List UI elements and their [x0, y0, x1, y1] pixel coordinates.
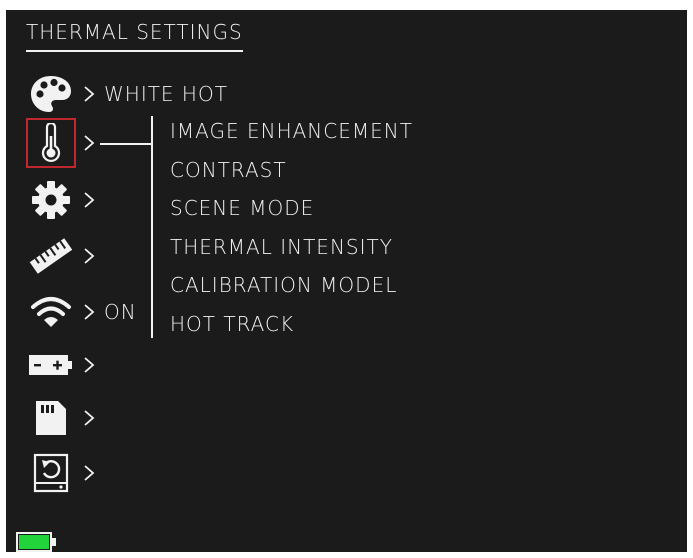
- chevron-right-icon: [84, 410, 95, 426]
- thermal-submenu: IMAGE ENHANCEMENT CONTRAST SCENE MODE TH…: [170, 116, 413, 348]
- menu-item-battery[interactable]: [26, 343, 96, 387]
- chevron-right-icon: [84, 304, 95, 320]
- chevron-right-icon: [84, 86, 95, 102]
- page-title: THERMAL SETTINGS: [26, 20, 243, 52]
- chevron-right-icon: [84, 357, 95, 373]
- submenu-item-contrast[interactable]: CONTRAST: [170, 155, 413, 194]
- submenu-item-hot-track[interactable]: HOT TRACK: [170, 309, 413, 348]
- battery-icon: [26, 340, 76, 390]
- submenu-connector: [100, 143, 152, 145]
- battery-level-fill: [19, 535, 49, 549]
- ruler-icon: [26, 231, 76, 281]
- menu-item-thermal-settings[interactable]: [26, 118, 96, 168]
- submenu-item-thermal-intensity[interactable]: THERMAL INTENSITY: [170, 232, 413, 271]
- menu-item-palette[interactable]: WHITE HOT: [26, 72, 228, 116]
- submenu-item-scene-mode[interactable]: SCENE MODE: [170, 193, 413, 232]
- chevron-right-icon: [84, 135, 95, 151]
- submenu-item-calibration-model[interactable]: CALIBRATION MODEL: [170, 270, 413, 309]
- thermal-settings-screen: THERMAL SETTINGS WHITE HOT IMAGE ENHANCE…: [0, 0, 693, 558]
- menu-item-storage[interactable]: [26, 396, 96, 440]
- wifi-status-value: ON: [104, 300, 137, 324]
- chevron-right-icon: [84, 248, 95, 264]
- menu-item-wifi[interactable]: ON: [26, 290, 137, 334]
- menu-item-factory-reset[interactable]: [26, 451, 96, 495]
- submenu-divider: [151, 116, 153, 338]
- palette-icon: [26, 69, 76, 119]
- chevron-right-icon: [84, 192, 95, 208]
- chevron-right-icon: [84, 465, 95, 481]
- menu-item-system-settings[interactable]: [26, 178, 96, 222]
- gear-icon: [26, 175, 76, 225]
- sd-card-icon: [26, 393, 76, 443]
- battery-full-icon: [16, 532, 56, 552]
- thermometer-icon: [26, 118, 76, 168]
- submenu-item-image-enhancement[interactable]: IMAGE ENHANCEMENT: [170, 116, 413, 155]
- wifi-icon: [26, 287, 76, 337]
- reset-icon: [26, 448, 76, 498]
- palette-value: WHITE HOT: [104, 82, 228, 106]
- menu-item-measurement[interactable]: [26, 234, 96, 278]
